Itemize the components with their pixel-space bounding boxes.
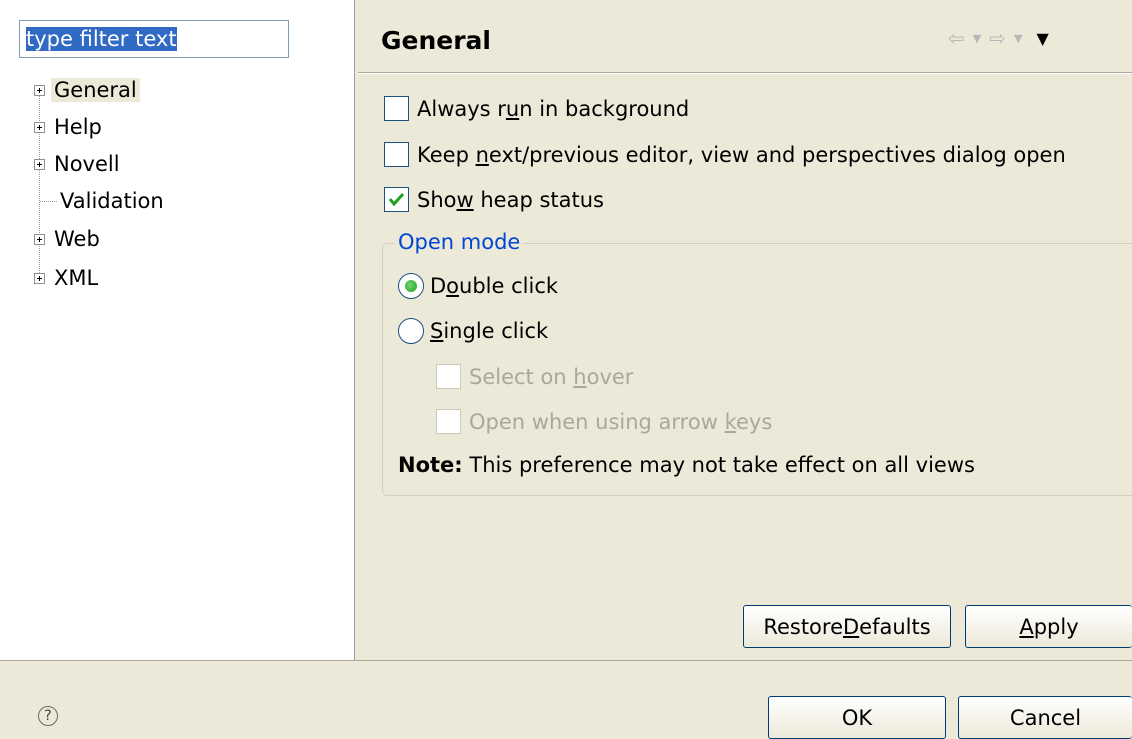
tree-item-novell[interactable]: Novell	[34, 148, 123, 180]
option-label: Keep next/previous editor, view and pers…	[417, 142, 1066, 167]
expand-icon[interactable]	[34, 233, 45, 245]
note-text: This preference may not take effect on a…	[469, 453, 975, 477]
forward-history-dropdown-icon[interactable]: ▼	[1014, 32, 1022, 45]
note-label: Note:	[398, 453, 463, 477]
open-arrow-keys-checkbox[interactable]	[436, 409, 461, 434]
keep-dialog-open-checkbox[interactable]	[384, 142, 409, 167]
keep-dialog-open-option[interactable]: Keep next/previous editor, view and pers…	[384, 142, 1066, 167]
tree-item-label: Validation	[60, 189, 164, 213]
option-label: Open when using arrow keys	[469, 409, 773, 434]
tree-item-xml[interactable]: XML	[34, 262, 101, 294]
ok-button[interactable]: OK	[768, 696, 946, 739]
tree-item-help[interactable]: Help	[34, 111, 105, 143]
tree-item-validation[interactable]: Validation	[40, 185, 167, 217]
back-history-dropdown-icon[interactable]: ▼	[973, 32, 981, 45]
tree-item-general[interactable]: General	[34, 74, 140, 106]
always-run-in-background-checkbox[interactable]	[384, 96, 409, 121]
select-on-hover-checkbox[interactable]	[436, 364, 461, 389]
show-heap-status-option[interactable]: Show heap status	[384, 187, 604, 212]
expand-icon[interactable]	[34, 158, 45, 170]
open-arrow-keys-option[interactable]: Open when using arrow keys	[436, 409, 772, 434]
single-click-option[interactable]: Single click	[398, 318, 548, 344]
single-click-radio[interactable]	[398, 318, 424, 344]
footer-separator	[0, 660, 1132, 661]
expand-icon[interactable]	[34, 121, 45, 133]
forward-arrow-icon[interactable]: ⇨	[989, 26, 1006, 50]
page-title: General	[381, 26, 491, 55]
option-label: Select on hover	[469, 364, 634, 389]
select-on-hover-option[interactable]: Select on hover	[436, 364, 633, 389]
open-mode-note: Note: This preference may not take effec…	[398, 453, 975, 477]
page-navigation: ⇦ ▼ ⇨ ▼ ▼	[948, 26, 1049, 50]
view-menu-dropdown-icon[interactable]: ▼	[1036, 29, 1048, 48]
option-label: Double click	[430, 274, 559, 298]
double-click-radio[interactable]	[398, 273, 424, 299]
option-label: Show heap status	[417, 187, 604, 212]
filter-input-text: type filter text	[26, 27, 177, 51]
title-separator	[358, 72, 1132, 74]
tree-connector	[40, 200, 57, 202]
expand-icon[interactable]	[34, 272, 45, 284]
tree-item-label: Web	[54, 227, 100, 251]
help-icon[interactable]: ?	[38, 706, 58, 726]
preference-tree-pane: type filter text General Help Novell Val…	[0, 0, 355, 660]
show-heap-status-checkbox[interactable]	[384, 187, 409, 212]
expand-icon[interactable]	[34, 84, 45, 96]
filter-input[interactable]: type filter text	[19, 20, 289, 58]
tree-item-web[interactable]: Web	[34, 223, 103, 255]
double-click-option[interactable]: Double click	[398, 273, 558, 299]
option-label: Always run in background	[417, 96, 690, 121]
cancel-button[interactable]: Cancel	[958, 696, 1132, 739]
back-arrow-icon[interactable]: ⇦	[948, 26, 965, 50]
restore-defaults-button[interactable]: Restore Defaults	[743, 605, 951, 648]
always-run-in-background-option[interactable]: Always run in background	[384, 96, 689, 121]
option-label: Single click	[430, 319, 549, 343]
tree-item-label: General	[51, 78, 140, 102]
tree-item-label: Novell	[54, 152, 120, 176]
tree-item-label: Help	[54, 115, 102, 139]
apply-button[interactable]: Apply	[965, 605, 1132, 648]
open-mode-legend: Open mode	[395, 230, 524, 254]
tree-item-label: XML	[54, 266, 99, 290]
